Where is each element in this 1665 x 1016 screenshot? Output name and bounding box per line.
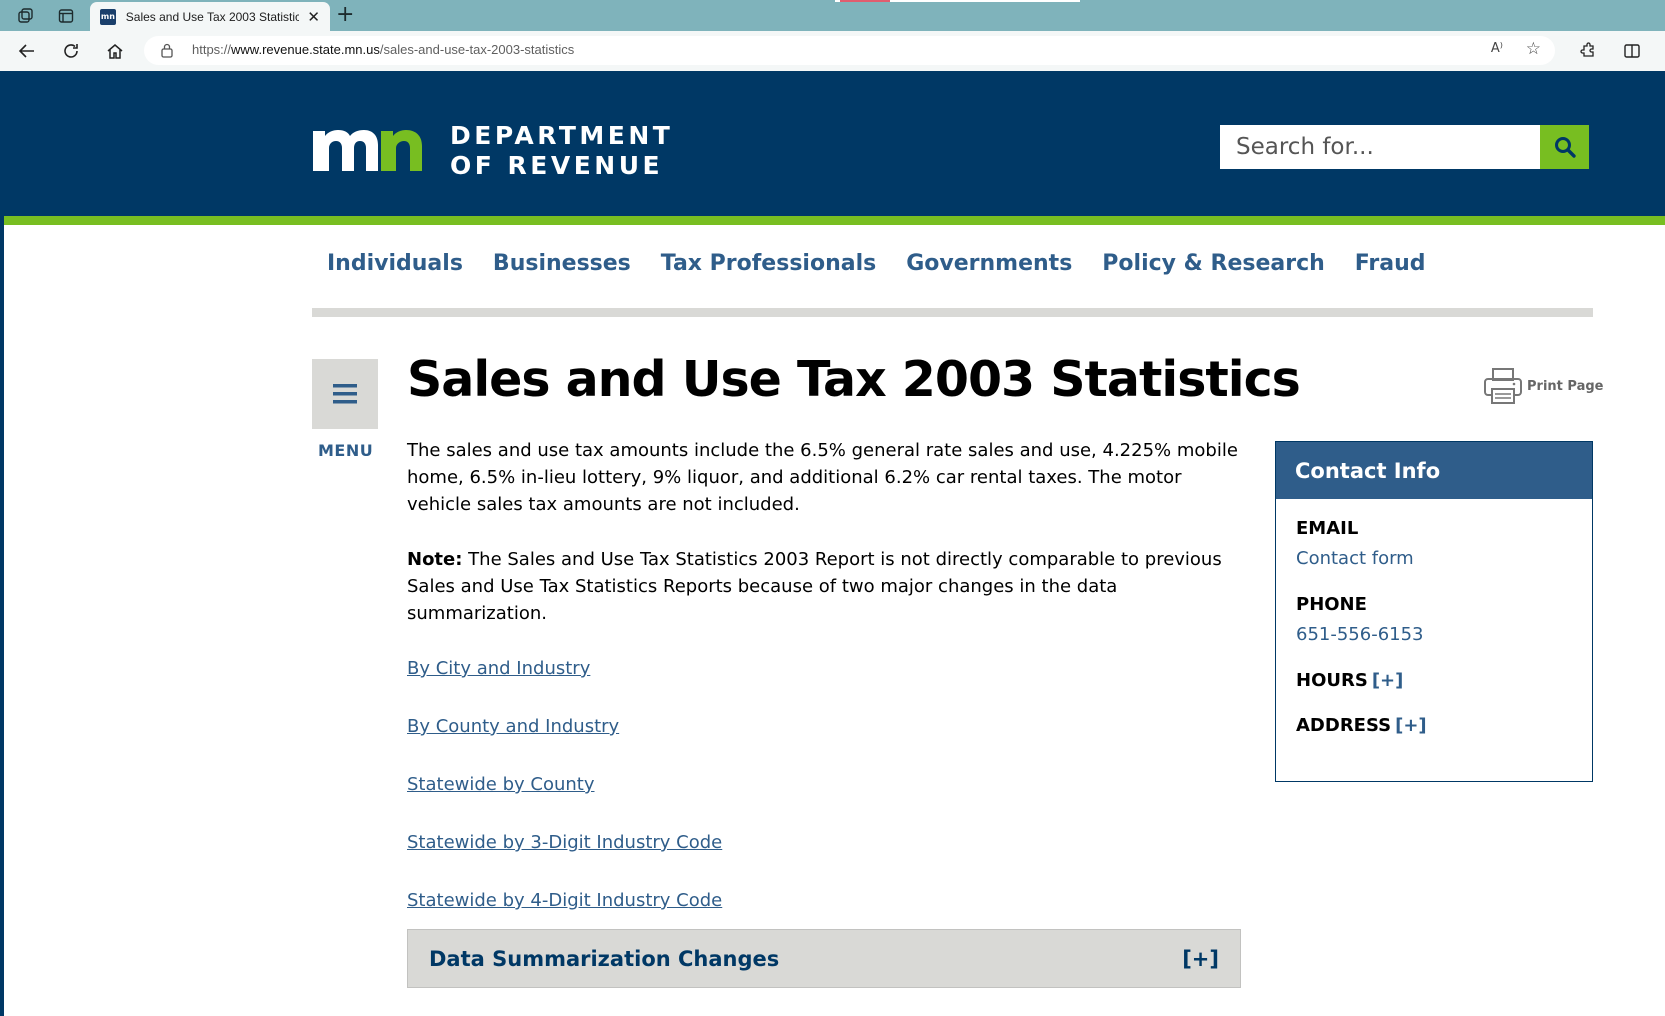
- url-path: /sales-and-use-tax-2003-statistics: [379, 42, 575, 57]
- favorite-star-icon[interactable]: ☆: [1526, 39, 1541, 59]
- browser-tab-bar: mn Sales and Use Tax 2003 Statistics ✕ +: [0, 0, 1665, 31]
- nav-fraud[interactable]: Fraud: [1355, 251, 1426, 276]
- nav-policy-research[interactable]: Policy & Research: [1102, 251, 1324, 276]
- dept-line-2: OF REVENUE: [450, 151, 664, 180]
- nav-divider: [312, 308, 1593, 317]
- workspaces-icon[interactable]: [16, 6, 36, 26]
- phone-number-link[interactable]: 651-556-6153: [1296, 624, 1424, 645]
- search-button[interactable]: [1540, 125, 1589, 169]
- contact-info-heading: Contact Info: [1276, 442, 1592, 499]
- read-aloud-icon[interactable]: A⁾: [1491, 41, 1503, 56]
- mn-logo[interactable]: [311, 121, 426, 177]
- hours-row: HOURS [+]: [1296, 670, 1403, 691]
- report-links: By City and Industry By County and Indus…: [402, 655, 1247, 914]
- tab-title: Sales and Use Tax 2003 Statistics: [125, 9, 300, 24]
- hamburger-icon: [333, 384, 357, 404]
- phone-label: PHONE: [1296, 594, 1367, 615]
- note-text: The Sales and Use Tax Statistics 2003 Re…: [407, 549, 1222, 624]
- new-tab-icon[interactable]: +: [336, 4, 354, 26]
- menu-button[interactable]: [312, 359, 378, 429]
- address-bar[interactable]: https://www.revenue.state.mn.us/sales-an…: [144, 36, 1555, 65]
- search-icon: [1554, 137, 1576, 158]
- main-navigation: Individuals Businesses Tax Professionals…: [327, 251, 1456, 276]
- link-statewide-3-digit-industry[interactable]: Statewide by 3-Digit Industry Code: [407, 829, 722, 856]
- hours-expand-toggle[interactable]: [+]: [1372, 670, 1404, 691]
- nav-businesses[interactable]: Businesses: [493, 251, 631, 276]
- url-host: www.revenue.state.mn.us: [231, 42, 380, 57]
- lock-icon[interactable]: [160, 43, 174, 62]
- dept-line-1: DEPARTMENT: [450, 121, 674, 150]
- back-arrow-icon[interactable]: [16, 40, 38, 62]
- extensions-icon[interactable]: [1577, 40, 1599, 62]
- site-header: DEPARTMENT OF REVENUE: [4, 71, 1665, 216]
- note-label: Note:: [407, 549, 463, 570]
- nav-tax-professionals[interactable]: Tax Professionals: [661, 251, 876, 276]
- browser-tab-active[interactable]: mn Sales and Use Tax 2003 Statistics ✕: [90, 2, 330, 31]
- link-by-city-and-industry[interactable]: By City and Industry: [407, 655, 590, 682]
- note-paragraph: Note: The Sales and Use Tax Statistics 2…: [407, 546, 1247, 627]
- link-by-county-and-industry[interactable]: By County and Industry: [407, 713, 619, 740]
- page-title: Sales and Use Tax 2003 Statistics: [407, 351, 1301, 408]
- close-tab-icon[interactable]: ✕: [307, 8, 320, 26]
- favicon-icon: mn: [100, 8, 116, 25]
- main-content: The sales and use tax amounts include th…: [402, 437, 1247, 945]
- link-statewide-4-digit-industry[interactable]: Statewide by 4-Digit Industry Code: [407, 887, 722, 914]
- url-text[interactable]: https://www.revenue.state.mn.us/sales-an…: [192, 42, 574, 57]
- intro-paragraph: The sales and use tax amounts include th…: [407, 440, 1238, 515]
- hours-label: HOURS: [1296, 670, 1368, 691]
- search-input[interactable]: [1220, 125, 1540, 169]
- menu-label[interactable]: MENU: [318, 441, 373, 460]
- nav-governments[interactable]: Governments: [906, 251, 1072, 276]
- address-label: ADDRESS: [1296, 715, 1392, 736]
- split-screen-icon[interactable]: [1621, 40, 1643, 62]
- accordion-title: Data Summarization Changes: [429, 946, 780, 971]
- print-page-button[interactable]: Print Page: [1483, 366, 1603, 406]
- site-search: [1220, 125, 1593, 169]
- webpage: DEPARTMENT OF REVENUE Individuals Busine…: [4, 71, 1665, 1016]
- link-statewide-by-county-text: Statewide by County: [407, 774, 595, 795]
- nav-individuals[interactable]: Individuals: [327, 251, 463, 276]
- contact-info-box: Contact Info EMAIL Contact form PHONE 65…: [1275, 441, 1593, 782]
- print-page-label: Print Page: [1527, 378, 1604, 394]
- address-expand-toggle[interactable]: [+]: [1395, 715, 1427, 736]
- header-accent-bar: [4, 216, 1665, 225]
- department-name: DEPARTMENT OF REVENUE: [450, 121, 673, 181]
- url-scheme: https://: [192, 42, 232, 57]
- tab-strip-indicator-accent: [840, 0, 890, 2]
- link-statewide-by-county[interactable]: Statewide by County: [402, 771, 595, 803]
- accordion-expand-toggle[interactable]: [+]: [1182, 947, 1219, 971]
- contact-form-link[interactable]: Contact form: [1296, 548, 1414, 569]
- tab-actions-icon[interactable]: [56, 6, 76, 26]
- printer-icon: [1484, 368, 1522, 404]
- address-row: ADDRESS [+]: [1296, 715, 1427, 736]
- email-label: EMAIL: [1296, 518, 1359, 539]
- refresh-icon[interactable]: [60, 40, 82, 62]
- data-summarization-accordion[interactable]: Data Summarization Changes [+]: [407, 929, 1241, 988]
- browser-toolbar: https://www.revenue.state.mn.us/sales-an…: [0, 31, 1665, 71]
- home-icon[interactable]: [104, 40, 126, 62]
